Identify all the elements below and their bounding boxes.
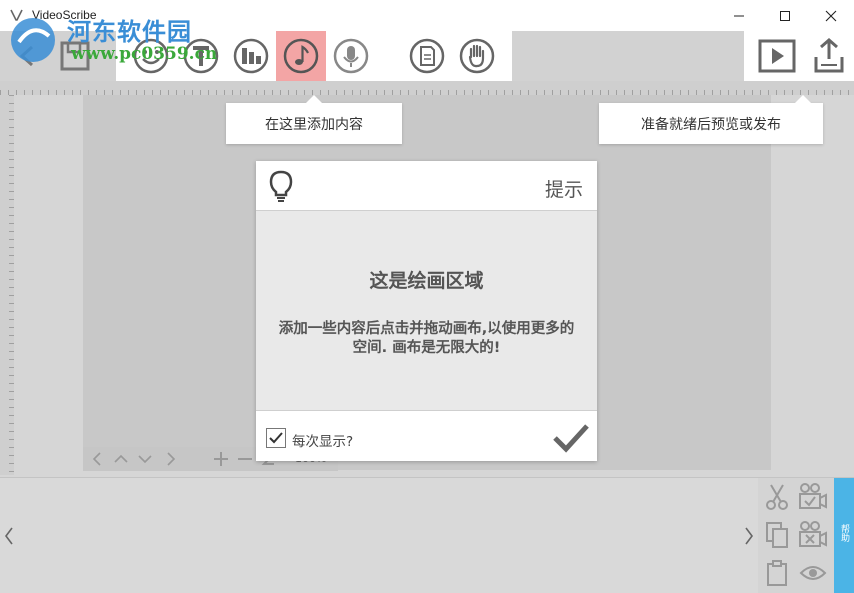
maximize-button[interactable] <box>762 0 808 31</box>
save-icon <box>60 41 90 71</box>
nav-right-button[interactable] <box>163 451 179 467</box>
dialog-footer: 每次显示? <box>256 410 597 461</box>
document-icon <box>409 38 445 74</box>
text-icon <box>183 38 219 74</box>
top-ruler <box>0 81 854 95</box>
publish-button[interactable] <box>804 31 854 81</box>
eye-icon <box>799 566 827 580</box>
dialog-heading: 这是绘画区域 <box>369 270 484 292</box>
camera-x-icon <box>799 521 827 547</box>
help-side-tab-label: 帮助 <box>839 524 849 542</box>
plus-icon <box>214 452 228 466</box>
checkmark-icon <box>553 424 589 453</box>
add-voiceover-button[interactable] <box>326 31 376 81</box>
camera-set-button[interactable] <box>798 482 828 512</box>
hand-button[interactable] <box>452 31 502 81</box>
app-logo-icon <box>10 9 23 21</box>
dialog-body: 添加一些内容后点击并拖动画布,以使用更多的空间. 画布是无限大的! <box>278 321 575 356</box>
nav-up-button[interactable] <box>113 451 129 467</box>
camera-clear-button[interactable] <box>798 520 828 550</box>
visibility-button[interactable] <box>798 558 828 588</box>
window-title: VideoScribe <box>32 8 97 22</box>
properties-button[interactable] <box>402 31 452 81</box>
hand-icon <box>459 38 495 74</box>
lightbulb-icon <box>269 170 293 202</box>
timeline-tools <box>758 478 834 593</box>
help-side-tab[interactable]: 帮助 <box>834 478 854 593</box>
camera-check-icon <box>799 483 827 509</box>
nav-left-button[interactable] <box>89 451 105 467</box>
add-chart-button[interactable] <box>226 31 276 81</box>
nav-down-button[interactable] <box>137 451 153 467</box>
publish-icon <box>814 38 844 73</box>
copy-button[interactable] <box>762 520 792 550</box>
chevron-up-icon <box>114 454 128 463</box>
paste-button[interactable] <box>762 558 792 588</box>
microphone-icon <box>333 38 369 74</box>
left-ruler <box>0 95 14 475</box>
minimize-button[interactable] <box>716 0 762 31</box>
chart-icon <box>233 38 269 74</box>
add-content-tooltip: 在这里添加内容 <box>226 95 402 144</box>
preview-publish-tooltip-text: 准备就绪后预览或发布 <box>641 116 781 133</box>
main-toolbar <box>0 31 854 81</box>
scissors-icon <box>766 484 788 510</box>
add-text-button[interactable] <box>176 31 226 81</box>
dialog-title: 提示 <box>544 179 583 201</box>
chevron-left-icon <box>5 527 13 545</box>
cut-button[interactable] <box>762 482 792 512</box>
timeline-panel: 帮助 <box>0 477 854 593</box>
add-content-tooltip-text: 在这里添加内容 <box>265 116 363 133</box>
copy-icon <box>766 522 788 548</box>
preview-button[interactable] <box>752 31 802 81</box>
zoom-out-button[interactable] <box>237 451 253 467</box>
zoom-in-button[interactable] <box>213 451 229 467</box>
smile-icon <box>133 38 169 74</box>
close-icon <box>825 10 837 21</box>
chevron-right-icon <box>745 527 753 545</box>
preview-publish-tooltip: 准备就绪后预览或发布 <box>599 95 823 144</box>
hint-dialog: 提示 这是绘画区域 添加一些内容后点击并拖动画布,以使用更多的空间. 画布是无限… <box>256 161 597 461</box>
save-button[interactable] <box>50 31 100 81</box>
clipboard-icon <box>767 560 787 586</box>
dialog-header: 提示 <box>256 161 597 211</box>
back-icon <box>19 45 34 67</box>
maximize-icon <box>780 10 790 21</box>
close-button[interactable] <box>808 0 854 31</box>
show-every-time-checkbox[interactable] <box>266 428 286 448</box>
minimize-icon <box>734 15 744 16</box>
back-button[interactable] <box>2 31 52 81</box>
minus-icon <box>238 458 252 460</box>
chevron-right-icon <box>167 452 176 466</box>
add-music-button[interactable] <box>276 31 326 81</box>
chevron-down-icon <box>138 455 152 464</box>
title-bar: VideoScribe <box>0 0 854 31</box>
timeline-scroll-left[interactable] <box>2 526 16 546</box>
music-icon <box>283 38 319 74</box>
preview-icon <box>758 39 796 73</box>
confirm-button[interactable] <box>551 421 591 455</box>
check-icon <box>269 432 283 444</box>
add-image-button[interactable] <box>126 31 176 81</box>
chevron-left-icon <box>92 452 101 466</box>
show-every-time-label: 每次显示? <box>292 434 354 450</box>
timeline-scroll-right[interactable] <box>742 526 756 546</box>
